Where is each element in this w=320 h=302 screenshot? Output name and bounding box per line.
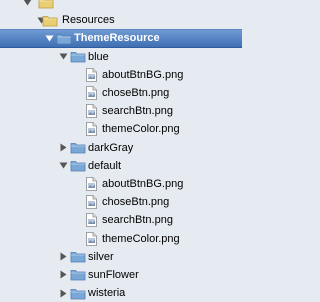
png-file-icon xyxy=(86,213,97,228)
tree-row-darkgray[interactable]: darkGray xyxy=(0,139,242,157)
tree-row-sunflower[interactable]: sunFlower xyxy=(0,266,242,284)
folder-icon xyxy=(70,268,86,281)
tree-row-silver[interactable]: silver xyxy=(0,248,242,266)
folder-icon xyxy=(38,0,54,9)
tree-row-label: aboutBtnBG.png xyxy=(102,177,184,190)
tree-row-aboutbtnbg-png[interactable]: aboutBtnBG.png xyxy=(0,66,242,84)
tree-row-resources[interactable]: Resources xyxy=(0,11,242,29)
tree-row-searchbtn-png[interactable]: searchBtn.png xyxy=(0,102,242,120)
png-file-icon xyxy=(86,231,97,246)
tree-row-label: themeColor.png xyxy=(102,232,180,245)
tree-row-label: darkGray xyxy=(88,141,134,154)
tree-row-label: themeColor.png xyxy=(102,123,180,136)
tree-row-label: choseBtn.png xyxy=(102,87,170,100)
tree-row-chosebtn-png[interactable]: choseBtn.png xyxy=(0,84,242,102)
tree-row-label: ThemeResource xyxy=(74,32,160,45)
disclosure-open-icon[interactable] xyxy=(44,33,54,43)
tree-row-label: aboutBtnBG.png xyxy=(102,68,184,81)
tree-row-label: silver xyxy=(88,250,114,263)
disclosure-closed-icon[interactable] xyxy=(58,288,68,298)
png-file-icon xyxy=(86,195,97,210)
tree-row-themecolor-png[interactable]: themeColor.png xyxy=(0,120,242,138)
disclosure-open-icon[interactable] xyxy=(58,161,68,171)
disclosure-closed-icon[interactable] xyxy=(58,270,68,280)
tree-row-aboutbtnbg-png[interactable]: aboutBtnBG.png xyxy=(0,175,242,193)
disclosure-open-icon[interactable] xyxy=(22,0,32,7)
tree-row-label: searchBtn.png xyxy=(102,214,173,227)
tree-row-label: sunFlower xyxy=(88,268,139,281)
tree-row-searchbtn-png[interactable]: searchBtn.png xyxy=(0,211,242,229)
folder-icon xyxy=(70,287,86,300)
disclosure-closed-icon[interactable] xyxy=(58,252,68,262)
folder-icon xyxy=(70,50,86,63)
png-file-icon xyxy=(86,122,97,137)
tree-row-label: wisteria xyxy=(88,287,126,300)
tree-row-label: blue xyxy=(88,50,109,63)
tree-row-themecolor-png[interactable]: themeColor.png xyxy=(0,229,242,247)
tree-row-label: choseBtn.png xyxy=(102,196,170,209)
tree-row-chosebtn-png[interactable]: choseBtn.png xyxy=(0,193,242,211)
tree-row-label: searchBtn.png xyxy=(102,105,173,118)
folder-icon xyxy=(56,32,72,45)
tree-row-wisteria[interactable]: wisteria xyxy=(0,284,242,302)
tree-row-default[interactable]: default xyxy=(0,157,242,175)
folder-icon xyxy=(70,250,86,263)
disclosure-open-icon[interactable] xyxy=(58,52,68,62)
png-file-icon xyxy=(86,67,97,82)
project-navigator-tree: Resources ThemeResource blue aboutBtnBG.… xyxy=(0,0,242,302)
tree-row-blue[interactable]: blue xyxy=(0,48,242,66)
png-file-icon xyxy=(86,177,97,191)
png-file-icon xyxy=(86,104,97,119)
tree-row-label: Resources xyxy=(62,14,115,27)
disclosure-closed-icon[interactable] xyxy=(58,143,68,153)
png-file-icon xyxy=(86,86,97,100)
tree-row-root[interactable] xyxy=(0,0,242,11)
tree-row-label: default xyxy=(88,159,122,172)
tree-row-themeresource[interactable]: ThemeResource xyxy=(0,29,242,48)
folder-icon xyxy=(70,141,86,154)
folder-icon xyxy=(70,159,86,172)
folder-icon xyxy=(42,14,58,27)
